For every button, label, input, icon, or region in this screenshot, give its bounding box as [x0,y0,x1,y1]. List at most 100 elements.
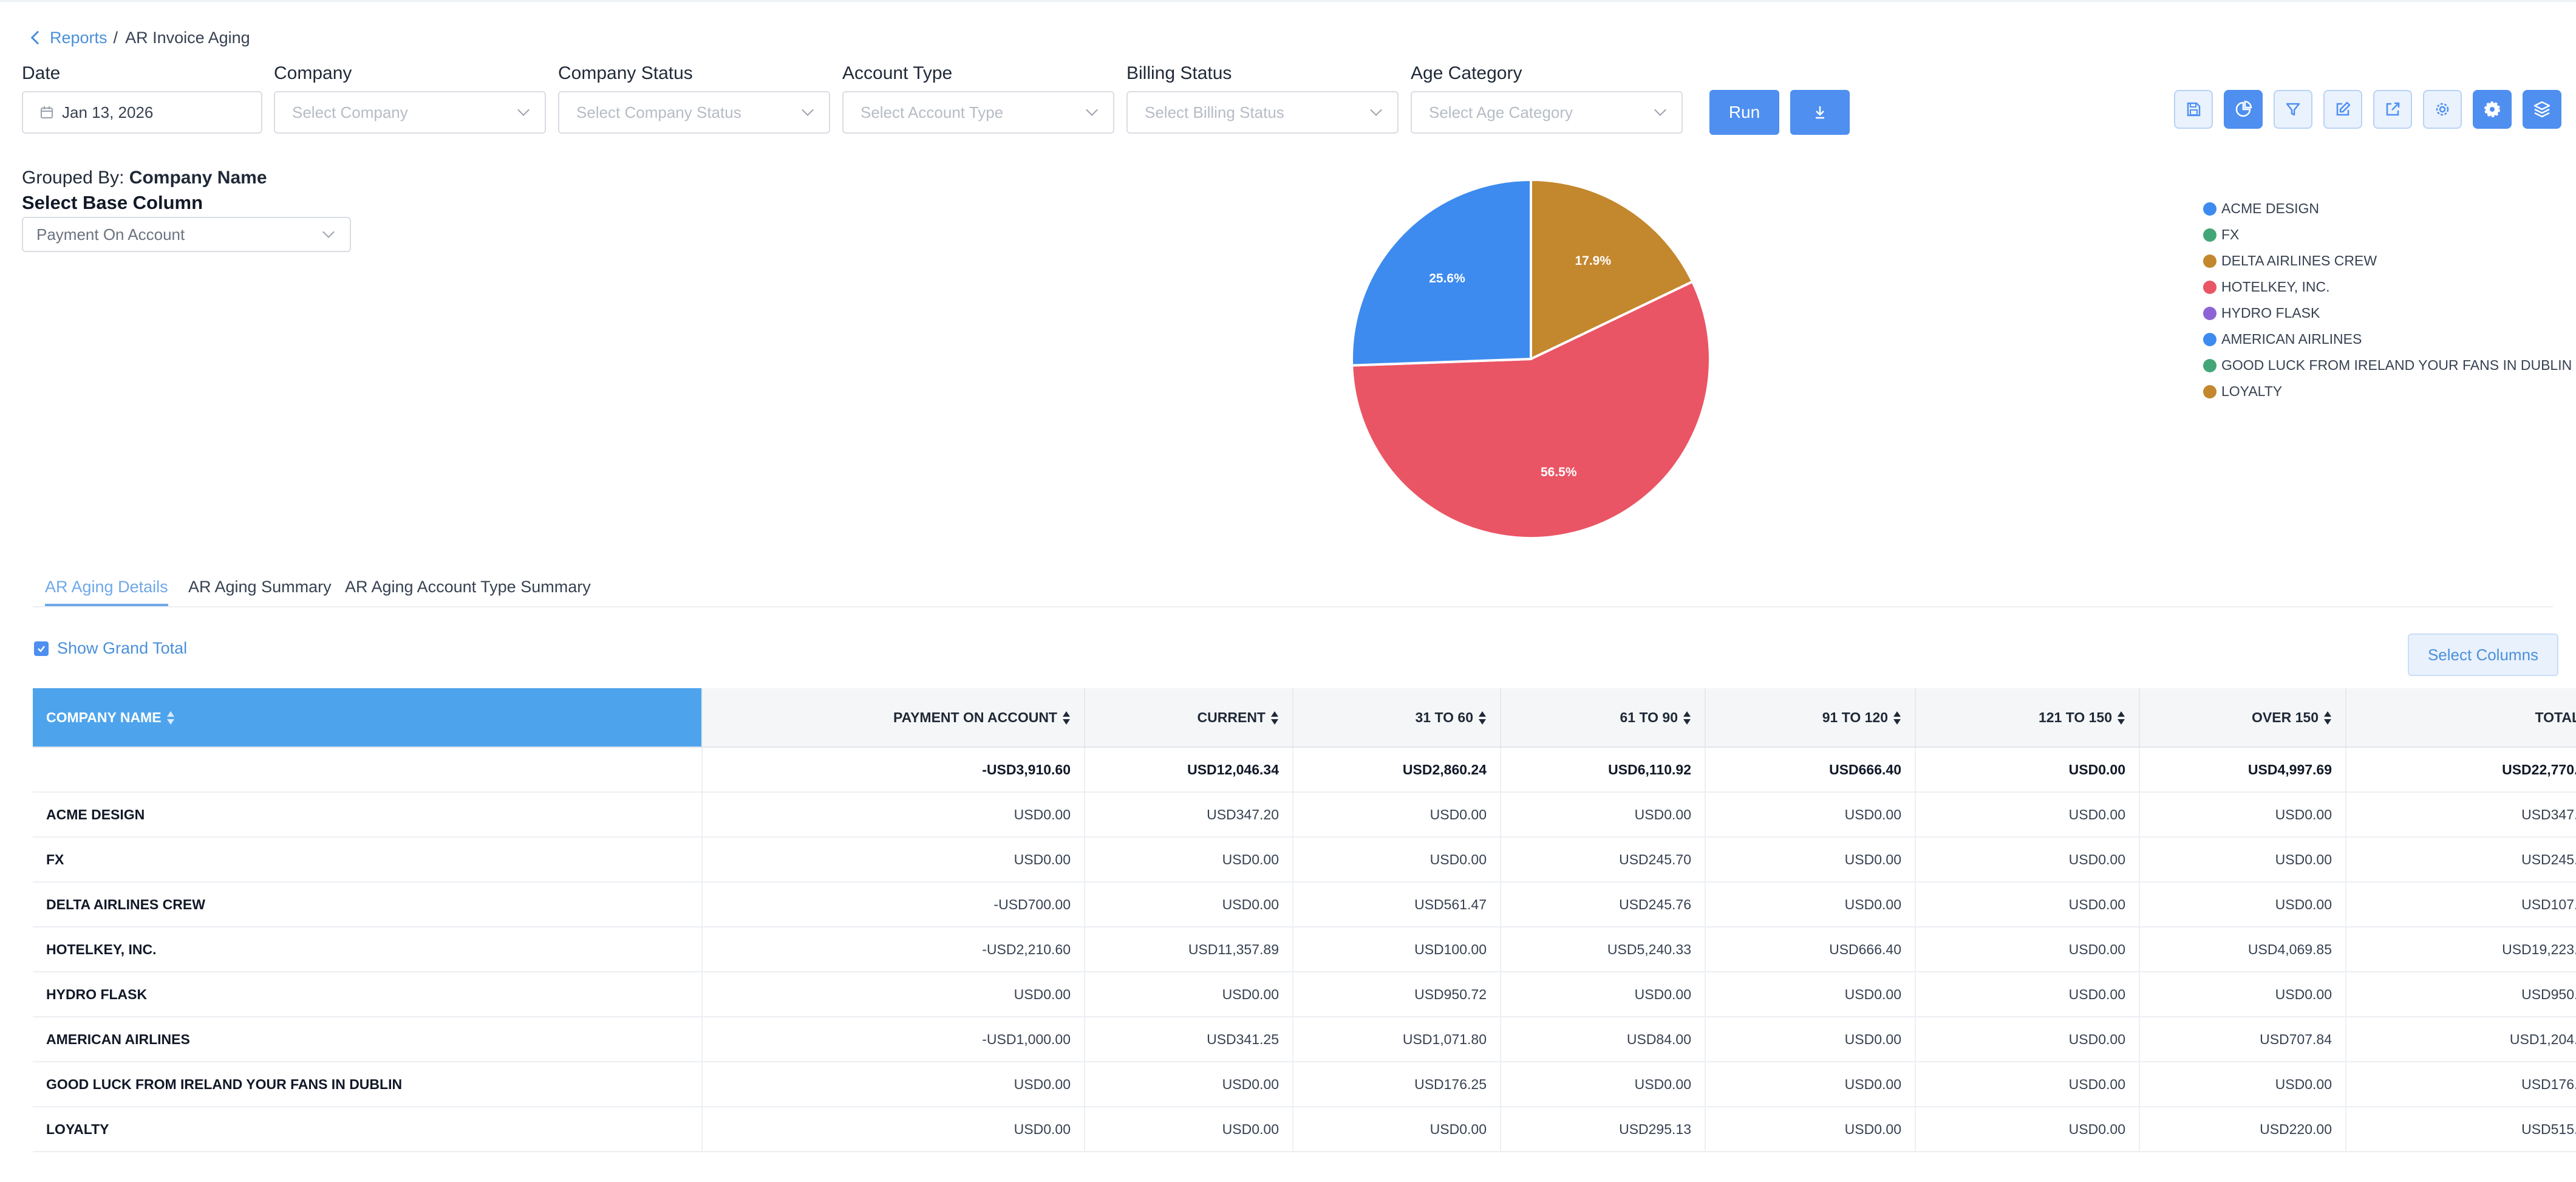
table-row[interactable]: HOTELKEY, INC. -USD2,210.60 USD11,357.89 US… [33,927,2576,972]
legend-item[interactable]: HOTELKEY, INC. [2203,274,2572,300]
share-button[interactable] [2373,90,2412,129]
account-type-select[interactable]: Select Account Type [842,91,1114,134]
date-value: Jan 13, 2026 [62,103,154,121]
company-name-cell: FX [33,837,703,883]
column-header-label: 61 TO 90 [1620,709,1678,725]
tab-ar-aging-summary[interactable]: AR Aging Summary [188,570,332,604]
amount-cell: USD107.23 [2346,882,2576,927]
sort-icon[interactable] [166,711,175,725]
sort-icon[interactable] [2117,711,2125,725]
column-header-label: TOTAL [2535,709,2576,725]
edit-button[interactable] [2323,90,2362,129]
column-header[interactable]: TOTAL [2346,688,2576,748]
save-button[interactable] [2174,90,2213,129]
breadcrumb-link-reports[interactable]: Reports [50,29,107,47]
legend-item[interactable]: LOYALTY [2203,378,2572,405]
legend-item[interactable]: GOOD LUCK FROM IRELAND YOUR FANS IN DUBL… [2203,352,2572,378]
legend-item[interactable]: ACME DESIGN [2203,196,2572,222]
legend-item[interactable]: DELTA AIRLINES CREW [2203,248,2572,274]
column-header-label: COMPANY NAME [46,709,162,725]
table-header-row: COMPANY NAME PAYMENT ON ACCOUNT CURRENT 31 … [33,688,2576,748]
legend-swatch [2203,358,2217,372]
legend-label: ACME DESIGN [2221,200,2320,216]
sort-icon[interactable] [1478,711,1487,725]
date-picker[interactable]: Jan 13, 2026 [22,91,262,134]
legend-swatch [2203,254,2217,268]
legend-item[interactable]: HYDRO FLASK [2203,300,2572,326]
company-status-select[interactable]: Select Company Status [558,91,830,134]
select-columns-button[interactable]: Select Columns [2408,634,2558,676]
column-header-label: CURRENT [1197,709,1266,725]
amount-cell: USD245.70 [2346,837,2576,883]
amount-cell: USD0.00 [1293,1107,1501,1152]
column-header[interactable]: PAYMENT ON ACCOUNT [702,688,1085,748]
base-column-select[interactable]: Payment On Account [22,217,351,252]
pie-slice-label: 25.6% [1429,272,1465,285]
table-row[interactable]: GOOD LUCK FROM IRELAND YOUR FANS IN DUBL… [33,1062,2576,1107]
table-row[interactable]: FX USD0.00 USD0.00 USD0.00 USD245.70 USD0.00 U… [33,837,2576,883]
legend-item[interactable]: FX [2203,222,2572,248]
legend-label: HYDRO FLASK [2221,305,2320,321]
amount-cell: -USD1,000.00 [702,1017,1085,1062]
amount-cell: USD347.20 [1085,792,1293,838]
amount-cell: USD666.40 [1705,927,1916,972]
settings-button[interactable] [2423,90,2462,129]
billing-status-select[interactable]: Select Billing Status [1126,91,1399,134]
amount-cell: USD4,997.69 [2139,747,2346,793]
column-header[interactable]: 91 TO 120 [1705,688,1916,748]
account-type-select-placeholder: Select Account Type [860,103,1004,121]
column-header[interactable]: COMPANY NAME [33,688,703,748]
layers-button[interactable] [2523,90,2561,129]
column-header[interactable]: 31 TO 60 [1293,688,1501,748]
company-name-cell: HYDRO FLASK [33,972,703,1017]
tab-ar-aging-account-type-summary[interactable]: AR Aging Account Type Summary [345,570,591,604]
config-button[interactable] [2473,90,2512,129]
filter-icon [2286,103,2300,116]
company-select-placeholder: Select Company [292,103,408,121]
column-header-label: 121 TO 150 [2038,709,2112,725]
grand-total-label: Show Grand Total [57,639,188,657]
amount-cell: USD0.00 [702,837,1085,883]
checkmark-icon [38,645,45,652]
column-header[interactable]: 61 TO 90 [1501,688,1706,748]
sort-icon[interactable] [1683,711,1691,725]
show-grand-total[interactable]: Show Grand Total [34,639,187,658]
amount-cell: USD0.00 [1501,1062,1706,1107]
amount-cell: USD1,071.80 [1293,1017,1501,1062]
pie-chart-button[interactable] [2224,90,2263,129]
run-button[interactable]: Run [1709,90,1779,135]
table-row[interactable]: HYDRO FLASK USD0.00 USD0.00 USD950.72 USD0.0… [33,972,2576,1017]
grouped-by: Grouped By: Company Name [22,168,267,188]
amount-cell: USD0.00 [1501,792,1706,838]
table-row[interactable]: AMERICAN AIRLINES -USD1,000.00 USD341.25 US… [33,1017,2576,1062]
sort-icon[interactable] [1270,711,1279,725]
grand-total-checkbox[interactable] [34,641,49,656]
table-row[interactable]: DELTA AIRLINES CREW -USD700.00 USD0.00 USD5… [33,882,2576,927]
report-page: Reports / AR Invoice Aging Date Company … [0,0,2576,1182]
amount-cell: USD0.00 [702,1062,1085,1107]
amount-cell: USD666.40 [1705,747,1916,793]
chevron-left-icon[interactable] [30,30,45,45]
legend-label: GOOD LUCK FROM IRELAND YOUR FANS IN DUBL… [2221,357,2572,373]
amount-cell: USD11,357.89 [1085,927,1293,972]
legend-swatch [2203,280,2217,294]
amount-cell: USD176.25 [1293,1062,1501,1107]
column-header[interactable]: OVER 150 [2139,688,2346,748]
grand-total-row[interactable]: -USD3,910.60 USD12,046.34 USD2,860.24 USD6,… [33,747,2576,793]
legend-label: HOTELKEY, INC. [2221,279,2330,295]
tab-ar-aging-details[interactable]: AR Aging Details [45,570,168,606]
column-header[interactable]: CURRENT [1085,688,1293,748]
table-row[interactable]: LOYALTY USD0.00 USD0.00 USD0.00 USD295.13 USD… [33,1107,2576,1152]
age-category-select[interactable]: Select Age Category [1411,91,1683,134]
legend-item[interactable]: AMERICAN AIRLINES [2203,326,2572,352]
filter-button[interactable] [2274,90,2312,129]
legend-swatch [2203,332,2217,346]
sort-icon[interactable] [1893,711,1901,725]
column-header[interactable]: 121 TO 150 [1915,688,2140,748]
table-row[interactable]: ACME DESIGN USD0.00 USD347.20 USD0.00 USD0.0… [33,792,2576,838]
sort-icon[interactable] [2323,711,2332,725]
amount-cell: -USD3,910.60 [702,747,1085,793]
download-button[interactable] [1790,90,1850,135]
company-select[interactable]: Select Company [274,91,546,134]
sort-icon[interactable] [1062,711,1071,725]
